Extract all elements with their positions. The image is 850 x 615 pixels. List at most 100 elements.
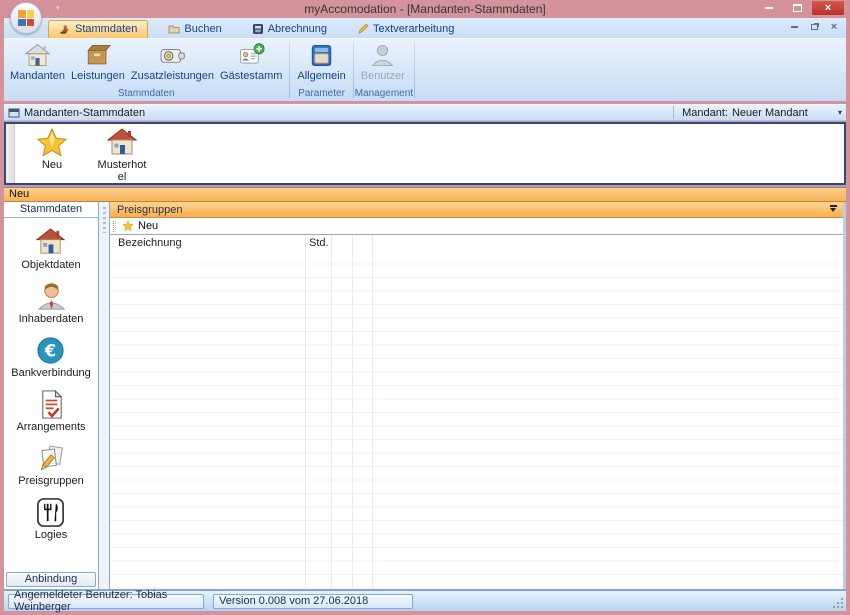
svg-text:€: € [44,341,56,360]
neu-mandant-button[interactable]: Neu [25,127,79,183]
zusatzleistungen-button[interactable]: Zusatzleistungen [128,41,217,83]
section-header-neu: Neu [4,187,846,202]
blue-folder-icon [308,42,335,69]
sidebar-item-label: Objektdaten [21,259,80,271]
pen-icon [357,23,369,35]
sidebar-item-bankverbindung[interactable]: € Bankverbindung [11,335,91,379]
tab-label: Stammdaten [75,23,137,35]
restaurant-icon [35,497,66,528]
close-icon: × [825,2,831,14]
musterhotel-button[interactable]: Musterhot el [95,127,149,183]
splitter[interactable] [99,202,109,589]
euro-icon: € [35,335,66,366]
ribbon-group-separator [414,42,415,98]
sidebar-item-objektdaten[interactable]: Objektdaten [21,227,80,271]
ribbon-group-label: Stammdaten [4,87,288,101]
quick-access-dropdown-icon[interactable]: ▾ [56,4,60,12]
tab-textverarbeitung[interactable]: Textverarbeitung [347,21,464,38]
sidebar: Stammdaten Objektdaten Inhaberdaten € Ba… [4,202,99,589]
close-button[interactable]: × [812,1,844,15]
pin-dropdown-icon[interactable] [830,208,836,212]
column-header-std[interactable]: Std. [309,237,329,249]
tab-stammdaten[interactable]: Stammdaten [48,20,148,38]
sidebar-item-label: Arrangements [16,421,85,433]
tab-abrechnung[interactable]: Abrechnung [242,21,337,38]
child-close-button[interactable]: × [828,22,840,32]
ribbon-button-label: Gästestamm [220,70,282,82]
application-menu-orb[interactable] [10,2,42,34]
pages-pencil-icon [36,443,67,474]
toolbar-item-label: Musterhot [98,159,147,171]
guest-card-plus-icon [238,42,265,69]
child-restore-icon [811,24,818,30]
mandant-label: Mandant: [682,107,728,119]
new-entry-button[interactable]: Neu [122,220,158,232]
preisgruppen-panel: Preisgruppen Neu Bezeichnung Std. [109,202,846,589]
column-divider [352,235,353,589]
hotel-house-icon [106,127,138,159]
document-bar: Mandanten-Stammdaten Mandant: Neuer Mand… [4,104,846,121]
sidebar-footer-anbindung[interactable]: Anbindung [6,572,96,587]
mandanten-toolbar-panel: Neu Musterhot el [4,122,846,185]
ribbon-button-label: Zusatzleistungen [131,70,214,82]
ribbon-button-label: Benutzer [361,70,405,82]
mandanten-button[interactable]: Mandanten [7,41,68,83]
child-minimize-icon [791,26,798,28]
status-user-pane: Angemeldeter Benutzer: Tobias Weinberger [8,594,204,609]
allgemein-button[interactable]: Allgemein [294,41,348,83]
maximize-button[interactable] [784,1,810,15]
preisgruppen-table[interactable]: Bezeichnung Std. [110,235,843,589]
tab-label: Abrechnung [268,23,327,35]
panel-header: Preisgruppen [110,202,843,218]
resize-grip-icon[interactable] [841,606,843,608]
document-title: Mandanten-Stammdaten [24,107,145,119]
ribbon-group-parameter: Allgemein Parameter [291,39,351,101]
ribbon: Mandanten Leistungen Zusatzleistungen Gä… [4,38,846,101]
ribbon-button-label: Mandanten [10,70,65,82]
sidebar-item-arrangements[interactable]: Arrangements [16,389,85,433]
mandant-combobox[interactable]: Neuer Mandant [732,107,836,119]
ribbon-button-label: Leistungen [71,70,125,82]
minimize-button[interactable] [756,1,782,15]
child-minimize-button[interactable] [788,22,800,32]
box-icon [84,42,111,69]
star-icon [36,127,68,159]
table-header-row: Bezeichnung Std. [110,235,843,251]
panel-toolbar: Neu [110,218,843,235]
chevron-down-icon[interactable]: ▾ [838,108,842,117]
maximize-icon [793,4,802,12]
ribbon-tab-strip: Stammdaten Buchen Abrechnung Textverarbe… [4,18,846,38]
separator [673,106,674,119]
sidebar-item-label: Preisgruppen [18,475,83,487]
gaestestamm-button[interactable]: Gästestamm [217,41,285,83]
panel-title: Preisgruppen [117,204,182,216]
tab-label: Buchen [184,23,221,35]
tab-buchen[interactable]: Buchen [158,21,231,38]
column-header-bezeichnung[interactable]: Bezeichnung [118,237,182,249]
new-entry-label: Neu [138,220,158,232]
stamp-icon [59,23,71,35]
child-restore-button[interactable] [808,22,820,32]
leistungen-button[interactable]: Leistungen [68,41,128,83]
sidebar-header: Stammdaten [4,202,98,218]
table-body-empty[interactable] [110,251,843,589]
wallet-icon [159,42,186,69]
status-user-text: Angemeldeter Benutzer: Tobias Weinberger [14,589,198,613]
sidebar-item-logies[interactable]: Logies [35,497,67,541]
folder-icon [168,23,180,35]
document-window-icon [8,107,20,119]
sidebar-item-inhaberdaten[interactable]: Inhaberdaten [19,281,84,325]
toolbar-drag-strip[interactable] [6,124,15,183]
column-divider [305,235,306,589]
benutzer-button[interactable]: Benutzer [358,41,408,83]
ribbon-group-management: Benutzer Management [355,39,413,101]
ribbon-group-separator [289,42,290,98]
section-header-label: Neu [9,188,29,200]
ribbon-group-stammdaten: Mandanten Leistungen Zusatzleistungen Gä… [4,39,288,101]
sidebar-item-preisgruppen[interactable]: Preisgruppen [18,443,83,487]
document-check-icon [36,389,67,420]
calculator-icon [252,23,264,35]
house-icon [24,42,51,69]
person-icon [36,281,67,312]
toolbar-item-label-line2: el [118,171,127,183]
